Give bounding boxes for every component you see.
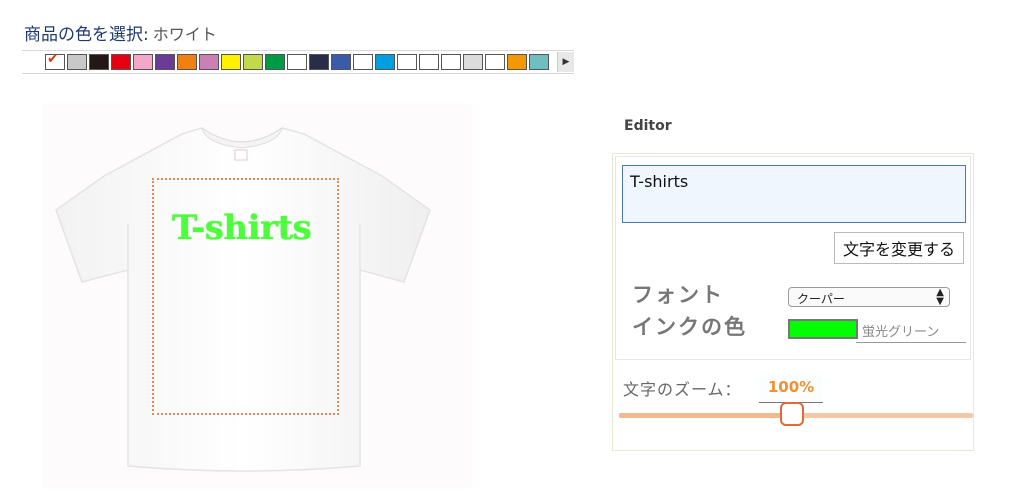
shirt-print-text[interactable]: T-shirts [172,208,312,248]
shirt-preview: T-shirts [42,104,472,488]
ink-color-swatch[interactable] [788,319,858,339]
color-swatch-turquoise[interactable] [375,54,395,70]
font-select[interactable]: クーパー ▲ ▼ [788,287,950,307]
color-swatch-green[interactable] [265,54,285,70]
color-swatch-white[interactable]: ✔ [45,51,65,70]
color-swatch-list: ✔ [45,51,551,70]
color-swatch-royal-blue[interactable] [331,54,351,70]
color-swatch-white-7[interactable] [485,54,505,70]
color-swatch-white-3[interactable] [353,54,373,70]
color-swatch-light-gray[interactable] [463,54,483,70]
ink-color-label: インクの色 [632,315,747,339]
color-swatch-purple[interactable] [155,54,175,70]
font-select-value: クーパー [797,292,845,306]
zoom-slider-thumb[interactable] [780,402,805,426]
font-label: フォント [632,283,724,307]
zoom-slider[interactable] [619,402,973,426]
editor-panel: T-shirts 文字を変更する フォント クーパー ▲ ▼ インクの色 蛍光グリ… [612,153,974,451]
product-color-label: 商品の色を選択: ホワイト [24,20,217,45]
color-swatch-lime-green[interactable] [243,54,263,70]
color-swatch-sunflower[interactable] [507,54,527,70]
color-swatch-orange[interactable] [177,54,197,70]
color-swatch-light-pink[interactable] [133,54,153,70]
zoom-value[interactable]: 100% [759,372,823,403]
selected-check-icon: ✔ [47,51,59,67]
color-swatch-white-5[interactable] [419,54,439,70]
swatch-scroll-right-icon[interactable]: ▶ [557,52,574,72]
text-settings-box: T-shirts 文字を変更する フォント クーパー ▲ ▼ インクの色 蛍光グリ… [615,156,971,360]
ink-color-name-field[interactable]: 蛍光グリーン [856,321,966,343]
color-swatch-black[interactable] [89,54,109,70]
color-swatch-silver-gray[interactable] [67,54,87,70]
color-swatch-pink[interactable] [199,54,219,70]
text-input[interactable]: T-shirts [622,165,966,223]
editor-title: Editor [624,118,672,134]
change-text-button[interactable]: 文字を変更する [833,232,964,264]
color-swatch-jade[interactable] [529,54,549,70]
select-arrows-icon: ▲ ▼ [936,287,944,307]
color-swatch-red[interactable] [111,54,131,70]
color-swatch-bar: ✔ ▶ [22,50,574,74]
color-swatch-white-6[interactable] [441,54,461,70]
product-color-title: 商品の色を選択: [24,25,149,45]
zoom-label: 文字のズーム： [623,380,742,399]
selected-color-name: ホワイト [152,25,217,44]
color-swatch-white-4[interactable] [397,54,417,70]
zoom-slider-fill [619,413,793,418]
color-swatch-white-2[interactable] [287,54,307,70]
color-swatch-yellow[interactable] [221,54,241,70]
color-swatch-navy[interactable] [309,54,329,70]
